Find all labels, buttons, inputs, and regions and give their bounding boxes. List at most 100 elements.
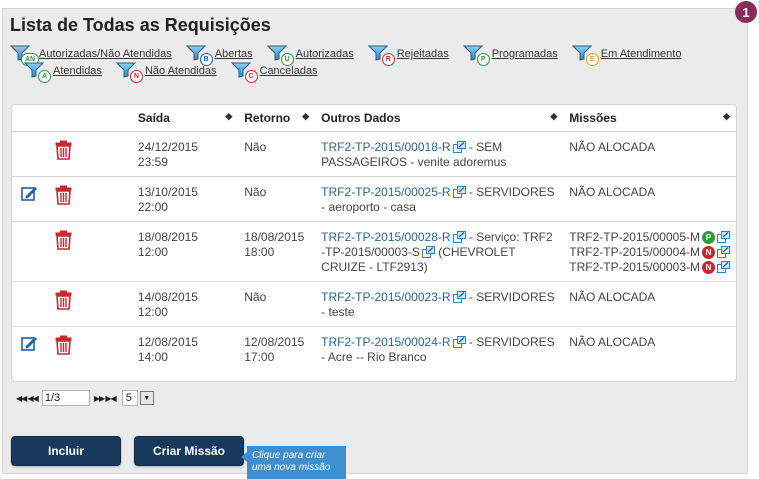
saida-date: 24/12/2015 xyxy=(137,139,198,154)
external-link-icon[interactable] xyxy=(420,245,435,259)
saida-cell: 14/08/2015 12:00 xyxy=(131,281,239,327)
external-link-icon[interactable] xyxy=(451,230,466,244)
mission-id: NÃO ALOCADA xyxy=(569,334,656,349)
filter-status-badge: R xyxy=(381,53,395,66)
external-link-icon[interactable] xyxy=(451,140,466,154)
step-badge: 1 xyxy=(735,1,757,23)
filter-p[interactable]: P Programadas xyxy=(462,45,558,66)
table-row: 14/08/2015 12:00 Não TRF2-TP-2015/00023-R -… xyxy=(12,281,736,327)
filter-a[interactable]: A Atendidas xyxy=(24,62,102,83)
delete-cell xyxy=(45,326,132,371)
first-prev-page-icon[interactable]: ◀◀ ◀◀ xyxy=(16,394,39,403)
retorno-date: Não xyxy=(244,139,267,154)
mission-id[interactable]: TRF2-TP-2015/00004-M xyxy=(569,245,700,260)
header-saida-label: Saída xyxy=(137,110,170,125)
criar-missao-tooltip: Clique para criar uma nova missão xyxy=(241,446,346,479)
pager: ◀◀ ◀◀ 1/3 ▶▶ ▶◀ 5 ▼ xyxy=(16,390,154,406)
edit-cell xyxy=(12,131,45,177)
table-body: 24/12/2015 23:59 Não TRF2-TP-2015/00018-R -… xyxy=(12,131,736,371)
requisicao-link[interactable]: TRF2-TP-2015/00024-R xyxy=(321,335,450,349)
saida-time: 12:00 xyxy=(137,304,168,319)
filter-funnel-icon: P xyxy=(462,45,490,66)
retorno-cell: Não xyxy=(238,131,316,177)
header-missoes-label: Missões xyxy=(569,110,617,125)
incluir-button[interactable]: Incluir xyxy=(11,436,121,466)
filter-r[interactable]: R Rejeitadas xyxy=(367,45,449,66)
edit-cell xyxy=(12,326,45,371)
chevron-down-icon[interactable]: ▼ xyxy=(139,391,154,405)
sort-icon[interactable]: ◆ xyxy=(550,111,557,122)
header-outros[interactable]: Outros Dados ◆ xyxy=(315,105,564,132)
external-link-icon[interactable] xyxy=(715,230,730,245)
retorno-cell: Não xyxy=(238,281,316,327)
sort-icon[interactable]: ◆ xyxy=(723,111,730,122)
filter-status-badge: P xyxy=(476,53,490,66)
header-delete xyxy=(44,105,132,132)
filter-c[interactable]: C Canceladas xyxy=(230,62,318,83)
edit-icon[interactable] xyxy=(21,336,38,355)
mission-id: NÃO ALOCADA xyxy=(569,289,656,304)
header-saida[interactable]: Saída ◆ xyxy=(131,105,239,132)
header-retorno[interactable]: Retorno ◆ xyxy=(238,105,316,132)
delete-cell xyxy=(44,131,132,177)
filter-e[interactable]: E Em Atendimento xyxy=(571,45,682,66)
filter-n[interactable]: N Não Atendidas xyxy=(115,62,217,83)
retorno-cell: 12/08/2015 17:00 xyxy=(238,326,315,371)
filter-an[interactable]: AN Autorizadas/Não Atendidas xyxy=(10,45,172,66)
external-link-icon[interactable] xyxy=(715,245,730,260)
filter-label: Autorizadas/Não Atendidas xyxy=(39,48,172,60)
saida-cell: 24/12/2015 23:59 xyxy=(131,131,239,177)
next-last-page-icon[interactable]: ▶▶ ▶◀ xyxy=(94,394,117,403)
mission-status-badge: N xyxy=(702,260,715,274)
mission-id[interactable]: TRF2-TP-2015/00005-M xyxy=(569,230,700,245)
trash-icon[interactable] xyxy=(55,140,72,163)
mission-item[interactable]: TRF2-TP-2015/00004-M N xyxy=(569,245,730,260)
mission-id[interactable]: TRF2-TP-2015/00003-M xyxy=(569,260,700,275)
trash-icon[interactable] xyxy=(55,335,72,358)
mission-item[interactable]: TRF2-TP-2015/00003-M N xyxy=(569,260,730,275)
edit-cell xyxy=(12,221,45,282)
filter-funnel-icon: U xyxy=(266,45,294,66)
delete-cell xyxy=(44,176,132,222)
filter-row-secondary: A Atendidas N Não Atendidas C Canceladas xyxy=(24,62,332,83)
sort-icon[interactable]: ◆ xyxy=(302,111,309,122)
filter-b[interactable]: B Abertas xyxy=(185,45,253,66)
header-edit xyxy=(12,105,45,132)
requisicao-link[interactable]: TRF2-TP-2015/00023-R xyxy=(321,290,450,304)
trash-icon[interactable] xyxy=(55,185,72,208)
outros-dados-cell: TRF2-TP-2015/00028-R - Serviço: TRF2 -TP… xyxy=(315,221,564,282)
rows-per-page-value: 5 xyxy=(121,390,138,406)
requisicao-link[interactable]: TRF2-TP-2015/00018-R xyxy=(321,140,450,154)
filter-label: Não Atendidas xyxy=(144,65,217,77)
mission-item: NÃO ALOCADA xyxy=(569,335,730,350)
external-link-icon[interactable] xyxy=(451,290,466,304)
mission-status-badge: P xyxy=(702,230,715,244)
trash-icon[interactable] xyxy=(55,230,72,253)
mission-id: NÃO ALOCADA xyxy=(569,139,656,154)
external-link-icon[interactable] xyxy=(715,260,730,275)
mission-item: NÃO ALOCADA xyxy=(569,290,730,305)
retorno-date: Não xyxy=(244,184,267,199)
requisicao-link[interactable]: TRF2-TP-2015/00025-R xyxy=(321,185,450,199)
mission-item[interactable]: TRF2-TP-2015/00005-M P xyxy=(569,230,730,245)
header-outros-label: Outros Dados xyxy=(321,110,401,125)
saida-time: 23:59 xyxy=(137,154,168,169)
header-missoes[interactable]: Missões ◆ xyxy=(563,105,736,132)
trash-icon[interactable] xyxy=(55,290,72,313)
edit-icon[interactable] xyxy=(21,186,38,205)
criar-missao-button[interactable]: Criar Missão xyxy=(134,436,244,466)
table-row: 24/12/2015 23:59 Não TRF2-TP-2015/00018-R -… xyxy=(12,131,736,177)
filter-u[interactable]: U Autorizadas xyxy=(266,45,354,66)
missoes-cell: NÃO ALOCADA xyxy=(563,176,736,222)
filter-label: Em Atendimento xyxy=(600,48,682,60)
outros-dados-cell: TRF2-TP-2015/00023-R - SERVIDORES - test… xyxy=(315,281,564,327)
rows-per-page-select[interactable]: 5 ▼ xyxy=(121,390,154,406)
external-link-icon[interactable] xyxy=(451,185,466,199)
external-link-icon[interactable] xyxy=(451,335,466,349)
sort-icon[interactable]: ◆ xyxy=(225,111,232,122)
missoes-cell: NÃO ALOCADA xyxy=(563,326,736,371)
retorno-cell: 18/08/2015 18:00 xyxy=(238,221,316,282)
page-input[interactable]: 1/3 xyxy=(41,390,90,406)
requisicao-link[interactable]: TRF2-TP-2015/00028-R xyxy=(321,230,450,244)
filter-status-badge: A xyxy=(38,70,51,83)
